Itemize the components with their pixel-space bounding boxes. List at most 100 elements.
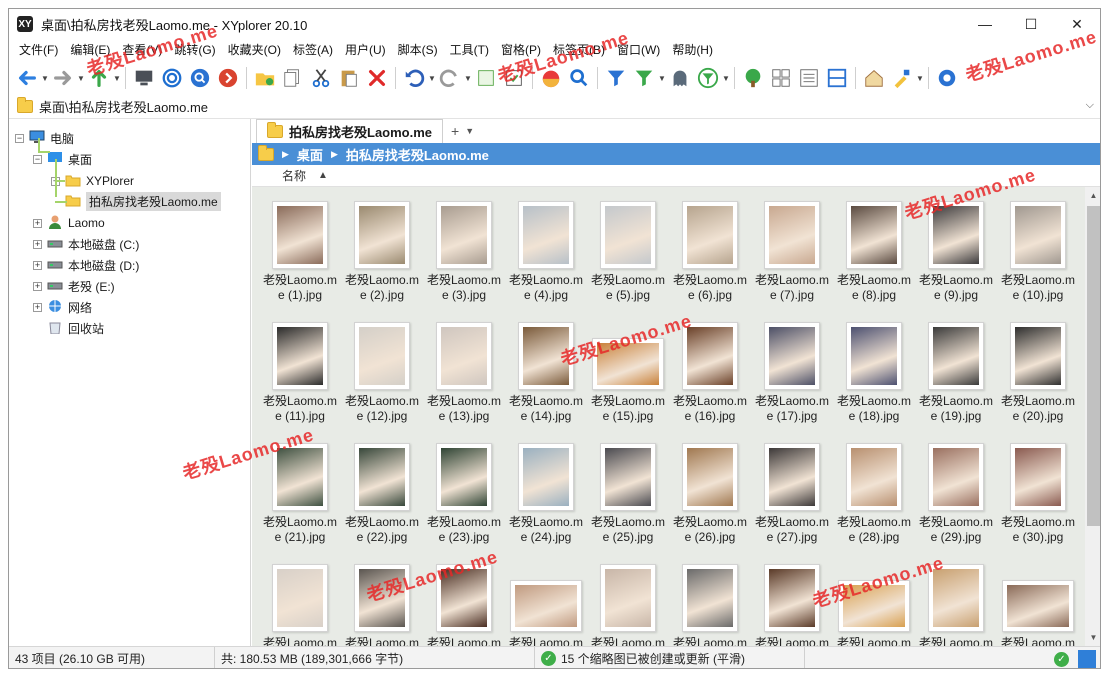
- chevron-down-icon[interactable]: ⌵: [1086, 99, 1094, 112]
- dropdown-arrow-icon[interactable]: ▼: [464, 66, 472, 90]
- menu-item[interactable]: 帮助(H): [666, 41, 719, 58]
- dropdown-arrow-icon[interactable]: ▼: [428, 66, 436, 90]
- file-thumbnail[interactable]: 老殁Laomo.me (34).jpg: [506, 560, 586, 646]
- minimize-button[interactable]: —: [962, 9, 1008, 39]
- menu-item[interactable]: 文件(F): [13, 41, 64, 58]
- computer-icon[interactable]: [132, 66, 156, 90]
- file-thumbnail[interactable]: 老殁Laomo.me (10).jpg: [998, 197, 1078, 313]
- info-panel-icon[interactable]: [797, 66, 821, 90]
- home-icon[interactable]: [862, 66, 886, 90]
- address-bar[interactable]: 桌面\拍私房找老殁Laomo.me ⌵: [9, 95, 1100, 119]
- file-thumbnail[interactable]: 老殁Laomo.me (2).jpg: [342, 197, 422, 313]
- file-thumbnail[interactable]: 老殁Laomo.me (17).jpg: [752, 318, 832, 434]
- file-thumbnail[interactable]: 老殁Laomo.me (40).jpg: [998, 560, 1078, 646]
- status-panel-icon[interactable]: [1078, 650, 1096, 668]
- file-thumbnail[interactable]: 老殁Laomo.me (12).jpg: [342, 318, 422, 434]
- file-thumbnail[interactable]: 老殁Laomo.me (11).jpg: [260, 318, 340, 434]
- copy-path-icon[interactable]: [474, 66, 498, 90]
- scroll-up-icon[interactable]: ▲: [1085, 187, 1100, 204]
- menu-item[interactable]: 用户(U): [339, 41, 392, 58]
- tree-item[interactable]: 回收站: [33, 318, 104, 338]
- file-thumbnail[interactable]: 老殁Laomo.me (35).jpg: [588, 560, 668, 646]
- search-icon[interactable]: [188, 66, 212, 90]
- scroll-down-icon[interactable]: ▼: [1085, 629, 1100, 646]
- address-path[interactable]: 桌面\拍私房找老殁Laomo.me: [39, 97, 208, 116]
- file-thumbnail[interactable]: 老殁Laomo.me (14).jpg: [506, 318, 586, 434]
- file-thumbnail[interactable]: 老殁Laomo.me (4).jpg: [506, 197, 586, 313]
- tree-item[interactable]: − 电脑: [15, 128, 74, 148]
- file-thumbnail[interactable]: 老殁Laomo.me (13).jpg: [424, 318, 504, 434]
- file-thumbnail[interactable]: 老殁Laomo.me (7).jpg: [752, 197, 832, 313]
- file-thumbnail[interactable]: 老殁Laomo.me (31).jpg: [260, 560, 340, 646]
- breadcrumb-item-desktop[interactable]: 桌面: [297, 145, 323, 164]
- tree-item[interactable]: 拍私房找老殁Laomo.me: [51, 191, 221, 211]
- new-folder-icon[interactable]: [253, 66, 277, 90]
- global-filter-icon[interactable]: [696, 66, 720, 90]
- filter-icon[interactable]: [604, 66, 628, 90]
- tab-menu-button[interactable]: ▼: [465, 119, 474, 143]
- tree-expander-icon[interactable]: +: [33, 281, 42, 291]
- tools-icon[interactable]: [890, 66, 914, 90]
- tree-expander-icon[interactable]: −: [33, 154, 42, 164]
- column-name-header[interactable]: 名称: [282, 167, 306, 184]
- menu-item[interactable]: 工具(T): [444, 41, 495, 58]
- forward-icon[interactable]: [51, 66, 75, 90]
- paste-icon[interactable]: [337, 66, 361, 90]
- ghost-icon[interactable]: [668, 66, 692, 90]
- tree-item[interactable]: + 本地磁盘 (D:): [33, 255, 139, 275]
- settings-icon[interactable]: [935, 66, 959, 90]
- back-icon[interactable]: [15, 66, 39, 90]
- dropdown-arrow-icon[interactable]: ▼: [41, 66, 49, 90]
- horizontal-split-icon[interactable]: [825, 66, 849, 90]
- vertical-scrollbar[interactable]: ▲ ▼: [1085, 187, 1100, 646]
- tree-item[interactable]: + 本地磁盘 (C:): [33, 234, 139, 254]
- tree-expander-icon[interactable]: +: [33, 239, 42, 249]
- file-thumbnail[interactable]: 老殁Laomo.me (36).jpg: [670, 560, 750, 646]
- file-thumbnail[interactable]: 老殁Laomo.me (18).jpg: [834, 318, 914, 434]
- tree-icon[interactable]: [741, 66, 765, 90]
- dropdown-arrow-icon[interactable]: ▼: [916, 66, 924, 90]
- find-icon[interactable]: [567, 66, 591, 90]
- tree-expander-icon[interactable]: −: [15, 133, 24, 143]
- dropdown-arrow-icon[interactable]: ▼: [722, 66, 730, 90]
- file-thumbnail[interactable]: 老殁Laomo.me (26).jpg: [670, 439, 750, 555]
- target-icon[interactable]: [160, 66, 184, 90]
- breadcrumb-separator-icon[interactable]: ▶: [331, 149, 338, 160]
- dropdown-arrow-icon[interactable]: ▼: [658, 66, 666, 90]
- copy-icon[interactable]: [281, 66, 305, 90]
- file-thumbnail[interactable]: 老殁Laomo.me (3).jpg: [424, 197, 504, 313]
- file-thumbnail[interactable]: 老殁Laomo.me (28).jpg: [834, 439, 914, 555]
- file-thumbnail[interactable]: 老殁Laomo.me (23).jpg: [424, 439, 504, 555]
- tree-item[interactable]: + Laomo: [33, 213, 105, 233]
- file-thumbnail[interactable]: 老殁Laomo.me (24).jpg: [506, 439, 586, 555]
- menu-item[interactable]: 标签(A): [287, 41, 339, 58]
- file-thumbnail[interactable]: 老殁Laomo.me (22).jpg: [342, 439, 422, 555]
- menu-item[interactable]: 脚本(S): [392, 41, 444, 58]
- delete-icon[interactable]: [365, 66, 389, 90]
- tree-expander-icon[interactable]: +: [33, 260, 42, 270]
- goto-icon[interactable]: [216, 66, 240, 90]
- file-thumbnail[interactable]: 老殁Laomo.me (6).jpg: [670, 197, 750, 313]
- new-tab-button[interactable]: +: [451, 119, 459, 143]
- dual-pane-icon[interactable]: [769, 66, 793, 90]
- tree-item[interactable]: + 网络: [33, 297, 92, 317]
- visual-filter-icon[interactable]: [632, 66, 656, 90]
- file-thumbnail[interactable]: 老殁Laomo.me (30).jpg: [998, 439, 1078, 555]
- undo-icon[interactable]: [402, 66, 426, 90]
- tree-item[interactable]: + 老殁 (E:): [33, 276, 115, 296]
- file-thumbnail[interactable]: 老殁Laomo.me (20).jpg: [998, 318, 1078, 434]
- maximize-button[interactable]: ☐: [1008, 9, 1054, 39]
- cut-icon[interactable]: [309, 66, 333, 90]
- file-thumbnail[interactable]: 老殁Laomo.me (29).jpg: [916, 439, 996, 555]
- file-thumbnail[interactable]: 老殁Laomo.me (5).jpg: [588, 197, 668, 313]
- file-thumbnail[interactable]: 老殁Laomo.me (19).jpg: [916, 318, 996, 434]
- breadcrumb-item-folder[interactable]: 拍私房找老殁Laomo.me: [346, 145, 489, 164]
- file-thumbnail[interactable]: 老殁Laomo.me (25).jpg: [588, 439, 668, 555]
- tree-expander-icon[interactable]: +: [33, 218, 42, 228]
- file-thumbnail[interactable]: 老殁Laomo.me (27).jpg: [752, 439, 832, 555]
- menu-item[interactable]: 收藏夹(O): [222, 41, 287, 58]
- dropdown-arrow-icon[interactable]: ▼: [77, 66, 85, 90]
- breadcrumb-separator-icon[interactable]: ▶: [282, 149, 289, 160]
- status-ok-icon[interactable]: ✓: [1054, 651, 1069, 667]
- tree-expander-icon[interactable]: +: [33, 302, 42, 312]
